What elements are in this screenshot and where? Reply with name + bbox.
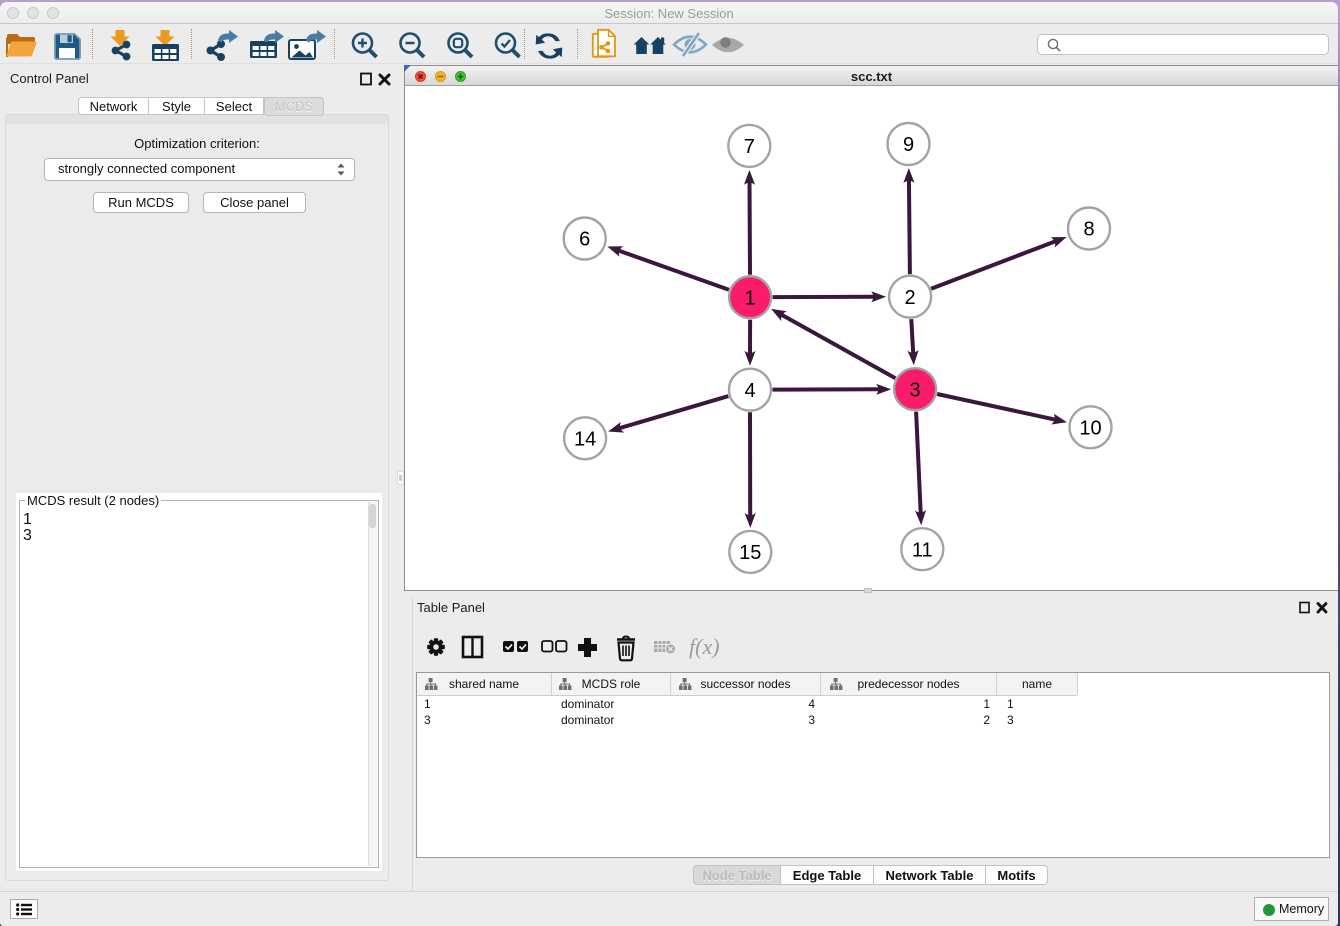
svg-text:15: 15	[739, 542, 761, 564]
svg-text:3: 3	[910, 379, 921, 401]
svg-text:7: 7	[744, 136, 755, 158]
svg-text:4: 4	[744, 380, 755, 402]
svg-text:9: 9	[903, 134, 914, 156]
svg-text:2: 2	[905, 287, 916, 309]
svg-text:1: 1	[745, 287, 756, 309]
svg-text:8: 8	[1083, 219, 1094, 241]
svg-text:10: 10	[1079, 418, 1101, 440]
svg-text:f(x): f(x)	[689, 634, 720, 659]
svg-text:6: 6	[579, 229, 590, 251]
svg-text:14: 14	[574, 429, 596, 451]
svg-text:11: 11	[912, 539, 933, 561]
